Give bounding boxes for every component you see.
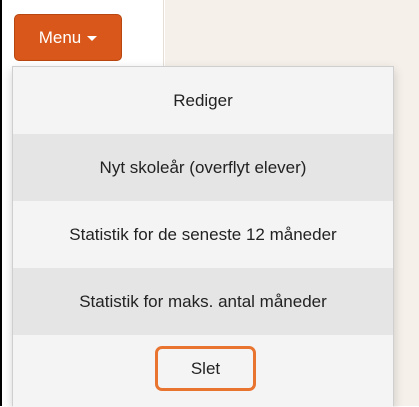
dropdown-menu: Rediger Nyt skoleår (overflyt elever) St…	[12, 66, 394, 407]
menu-item-label: Slet	[190, 358, 221, 378]
menu-item-label: Statistik for de seneste 12 måneder	[69, 224, 337, 244]
menu-item-label: Nyt skoleår (overflyt elever)	[99, 157, 307, 177]
menu-button[interactable]: Menu	[14, 14, 122, 61]
screenshot-frame: Menu Rediger Nyt skoleår (overflyt eleve…	[0, 0, 419, 407]
menu-item-statistik-maks[interactable]: Statistik for maks. antal måneder	[13, 268, 393, 335]
menu-item-label: Rediger	[173, 90, 233, 110]
menu-item-rediger[interactable]: Rediger	[13, 67, 393, 134]
menu-item-statistik-12-maaneder[interactable]: Statistik for de seneste 12 måneder	[13, 201, 393, 268]
menu-item-slet[interactable]: Slet	[155, 346, 256, 391]
caret-down-icon	[87, 36, 98, 41]
menu-button-label: Menu	[38, 27, 82, 47]
menu-item-label: Statistik for maks. antal måneder	[79, 291, 327, 311]
menu-item-nyt-skoleaar[interactable]: Nyt skoleår (overflyt elever)	[13, 134, 393, 201]
